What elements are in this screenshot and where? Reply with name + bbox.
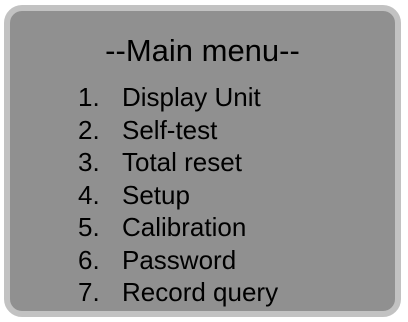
menu-item-label: Self-test (122, 114, 218, 145)
menu-item-number: 3. (78, 147, 100, 177)
menu-item-number: 4. (78, 179, 100, 210)
menu-item-self-test[interactable]: 2. Self-test (78, 114, 278, 147)
menu-item-number: 7. (78, 277, 100, 307)
menu-item-label: Record query (122, 277, 279, 307)
menu-item-record-query[interactable]: 7. Record query (78, 276, 278, 309)
menu-item-setup[interactable]: 4. Setup (78, 179, 278, 212)
menu-item-label: Setup (122, 179, 190, 210)
lcd-screen: --Main menu-- 1. Display Unit 2. Self-te… (4, 5, 401, 317)
menu-item-number: 5. (78, 212, 100, 242)
menu-item-label: Calibration (122, 212, 247, 242)
menu-title: --Main menu-- (105, 33, 300, 68)
menu-item-total-reset[interactable]: 3. Total reset (78, 146, 278, 179)
menu-item-label: Display Unit (122, 82, 261, 112)
menu-item-number: 1. (78, 82, 100, 112)
menu-item-label: Password (122, 244, 237, 275)
menu-item-number: 2. (78, 114, 100, 145)
menu-item-display-unit[interactable]: 1. Display Unit (78, 81, 278, 114)
menu-item-password[interactable]: 6. Password (78, 244, 278, 277)
main-menu-list: 1. Display Unit 2. Self-test 3. Total re… (78, 81, 278, 309)
menu-item-label: Total reset (122, 147, 242, 177)
menu-item-number: 6. (78, 244, 100, 275)
menu-item-calibration[interactable]: 5. Calibration (78, 211, 278, 244)
